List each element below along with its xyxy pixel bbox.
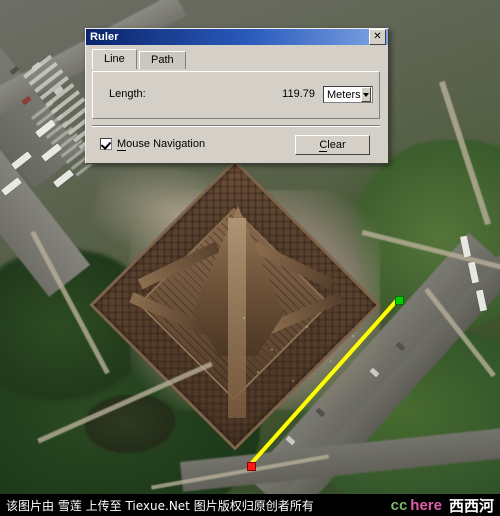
dialog-separator xyxy=(92,125,380,127)
mouse-navigation-rest: ouse Navigation xyxy=(126,138,206,150)
watermark-site-name: 西西河 xyxy=(448,496,494,515)
unit-dropdown[interactable]: Meters xyxy=(323,86,373,103)
tab-path-label: Path xyxy=(151,54,174,66)
screenshot-root: Ruler ✕ Line Path Length: 119.79 Meters xyxy=(0,0,500,516)
ruler-dialog[interactable]: Ruler ✕ Line Path Length: 119.79 Meters xyxy=(85,28,389,164)
mouse-navigation-checkbox[interactable]: Mouse Navigation xyxy=(100,138,206,151)
measurement-end-handle[interactable] xyxy=(247,462,256,471)
tab-line-label: Line xyxy=(104,53,125,65)
watermark-cc: cc xyxy=(390,496,408,514)
dialog-bottom-row: Mouse Navigation Clear xyxy=(86,135,388,159)
length-label: Length: xyxy=(109,88,146,100)
line-tab-panel: Length: 119.79 Meters xyxy=(92,71,380,119)
clear-button[interactable]: Clear xyxy=(295,135,370,155)
length-row: Length: 119.79 Meters xyxy=(93,86,379,103)
checkmark-icon[interactable] xyxy=(100,138,112,150)
clear-button-label: Clear xyxy=(319,139,346,152)
watermark-here: here xyxy=(410,496,442,514)
close-glyph: ✕ xyxy=(373,31,382,42)
mouse-navigation-label: Mouse Navigation xyxy=(117,138,206,151)
dialog-title: Ruler xyxy=(90,31,119,43)
tab-line[interactable]: Line xyxy=(92,49,137,69)
close-icon[interactable]: ✕ xyxy=(369,29,386,45)
footer-bar: 该图片由 雪莲 上传至 Tiexue.Net 图片版权归原创者所有 cc her… xyxy=(0,494,500,516)
length-value: 119.79 xyxy=(282,88,315,100)
map-crowd-speckle xyxy=(230,300,370,390)
watermark: cc here 西西河 xyxy=(391,494,500,516)
chevron-down-icon[interactable] xyxy=(360,87,371,102)
measurement-start-handle[interactable] xyxy=(395,296,404,305)
mouse-navigation-mnemonic: M xyxy=(117,138,127,151)
tab-strip: Line Path xyxy=(92,49,388,69)
image-credit-text: 该图片由 雪莲 上传至 Tiexue.Net 图片版权归原创者所有 xyxy=(6,498,314,513)
tab-path[interactable]: Path xyxy=(139,51,186,69)
dialog-titlebar[interactable]: Ruler ✕ xyxy=(86,29,388,45)
clear-rest: lear xyxy=(327,139,346,151)
unit-dropdown-value: Meters xyxy=(327,88,361,101)
